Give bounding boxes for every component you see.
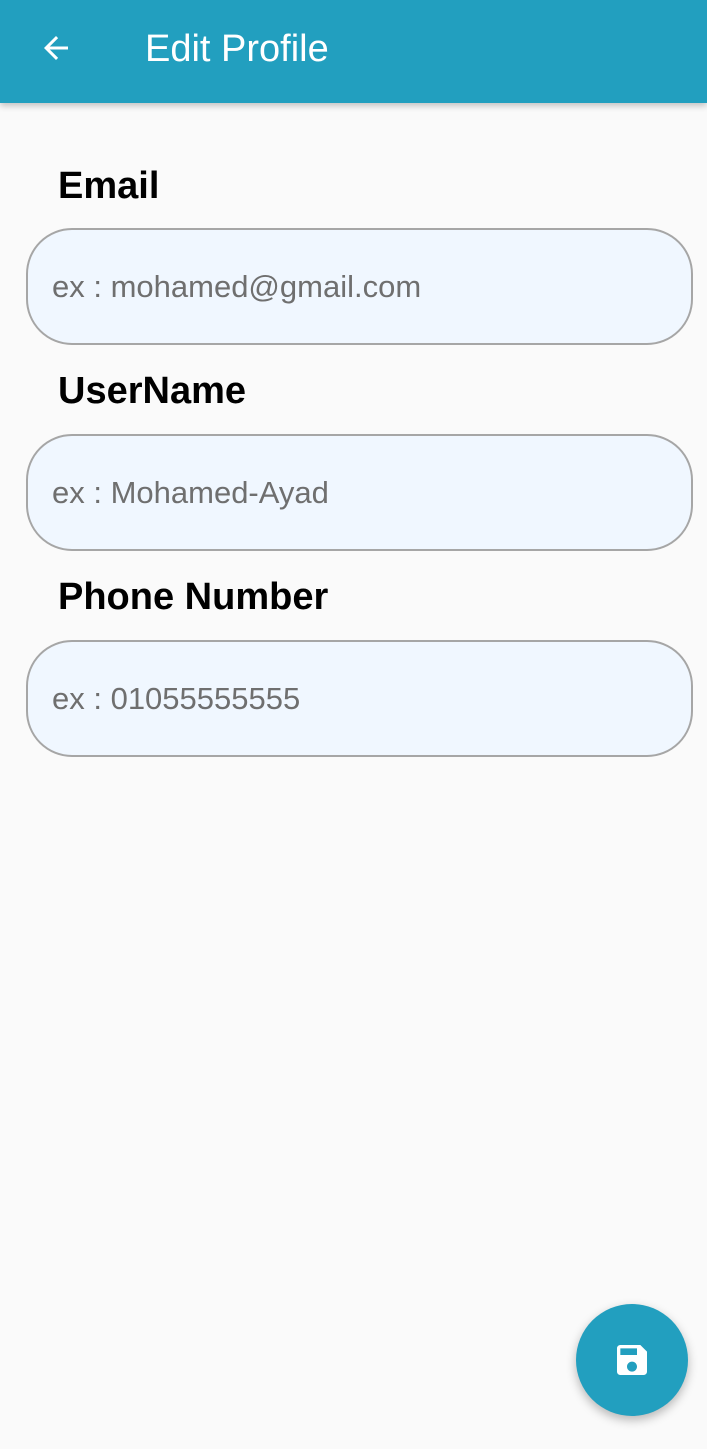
app-bar: Edit Profile: [0, 0, 707, 103]
save-button[interactable]: [576, 1304, 688, 1416]
email-field[interactable]: [26, 228, 693, 345]
phone-number-field[interactable]: [26, 640, 693, 757]
arrow-back-icon: [44, 36, 68, 60]
save-icon: [617, 1345, 647, 1375]
email-label: Email: [58, 165, 160, 207]
phone-number-label: Phone Number: [58, 576, 329, 618]
username-label: UserName: [58, 370, 246, 412]
username-field[interactable]: [26, 434, 693, 551]
back-button[interactable]: [28, 20, 84, 76]
page-title: Edit Profile: [145, 28, 329, 70]
